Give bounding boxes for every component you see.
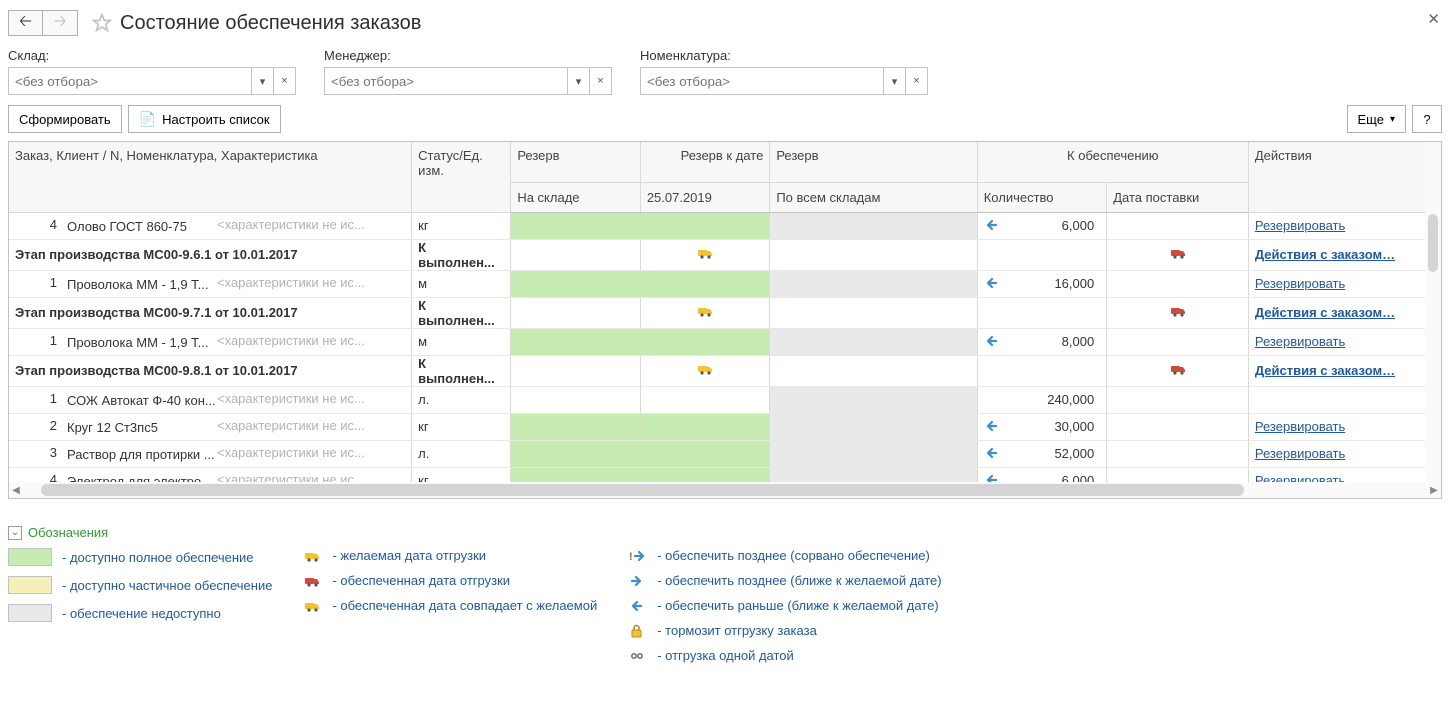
table-row[interactable]: 1Проволока ММ - 1,9 Т...<характеристики … <box>9 270 1427 297</box>
filter-item-clear[interactable]: × <box>906 67 928 95</box>
legend-text: - доступно частичное обеспечение <box>62 578 272 593</box>
legend-text: - тормозит отгрузку заказа <box>657 623 817 638</box>
arrow-left-icon <box>627 599 647 613</box>
truck-yellow-icon <box>302 549 322 563</box>
col-reserve3[interactable]: Резерв <box>770 142 977 182</box>
table-group-row[interactable]: Этап производства МС00-9.6.1 от 10.01.20… <box>9 239 1427 270</box>
lock-icon <box>627 624 647 638</box>
filter-warehouse-clear[interactable]: × <box>274 67 296 95</box>
order-actions-link[interactable]: Действия с заказом… <box>1255 247 1395 262</box>
table-group-row[interactable]: Этап производства МС00-9.8.1 от 10.01.20… <box>9 355 1427 386</box>
filter-warehouse-input[interactable] <box>8 67 252 95</box>
customize-list-button[interactable]: 📄 Настроить список <box>128 105 281 133</box>
truck-red-icon <box>302 574 322 588</box>
filter-manager-input[interactable] <box>324 67 568 95</box>
reserve-link[interactable]: Резервировать <box>1255 218 1345 233</box>
filter-item-input[interactable] <box>640 67 884 95</box>
arrow-alert-icon: ! <box>627 549 647 563</box>
filter-item-dropdown[interactable]: ▾ <box>884 67 906 95</box>
col-qty[interactable]: Количество <box>977 182 1107 212</box>
legend-text: - доступно полное обеспечение <box>62 550 254 565</box>
filter-manager: Менеджер: ▾ × <box>324 48 612 95</box>
table-row[interactable]: 4Олово ГОСТ 860-75<характеристики не ис.… <box>9 212 1427 239</box>
col-reserve-by-date[interactable]: Резерв к дате <box>640 142 770 182</box>
reserve-link[interactable]: Резервировать <box>1255 419 1345 434</box>
col-actions[interactable]: Действия <box>1248 142 1426 212</box>
nav-back-button[interactable]: 🡠 <box>8 10 43 36</box>
truck-mixed-icon <box>302 599 322 613</box>
filter-manager-label: Менеджер: <box>324 48 612 63</box>
col-to-supply[interactable]: К обеспечению <box>977 142 1248 182</box>
customize-list-label: Настроить список <box>162 112 270 127</box>
more-button-label: Еще <box>1358 112 1384 127</box>
col-reserve-on-stock[interactable]: На складе <box>511 182 641 212</box>
filter-manager-clear[interactable]: × <box>590 67 612 95</box>
legend: ⌄ Обозначения - доступно полное обеспече… <box>8 525 1442 663</box>
table-row[interactable]: 2Круг 12 Ст3пс5<характеристики не ис...к… <box>9 413 1427 440</box>
legend-text: - обеспеченная дата отгрузки <box>332 573 510 588</box>
legend-text: - обеспечить позднее (ближе к желаемой д… <box>657 573 941 588</box>
horizontal-scrollbar[interactable]: ◀ ▶ <box>9 482 1441 498</box>
swatch-green <box>8 548 52 566</box>
col-status[interactable]: Статус/Ед. изм. <box>412 142 511 212</box>
legend-text: - обеспечение недоступно <box>62 606 221 621</box>
filter-item-label: Номенклатура: <box>640 48 928 63</box>
table-row[interactable]: 1СОЖ Автокат Ф-40 кон...<характеристики … <box>9 386 1427 413</box>
generate-button[interactable]: Сформировать <box>8 105 122 133</box>
legend-text: - обеспечить позднее (сорвано обеспечени… <box>657 548 930 563</box>
col-delivery-date[interactable]: Дата поставки <box>1107 182 1249 212</box>
more-button[interactable]: Еще ▾ <box>1347 105 1406 133</box>
nav-forward-button[interactable]: 🡢 <box>43 10 78 36</box>
legend-text: - желаемая дата отгрузки <box>332 548 486 563</box>
order-actions-link[interactable]: Действия с заказом… <box>1255 305 1395 320</box>
orders-table: Заказ, Клиент / N, Номенклатура, Характе… <box>8 141 1442 499</box>
filter-item: Номенклатура: ▾ × <box>640 48 928 95</box>
favorite-star-icon[interactable] <box>92 13 112 33</box>
swatch-gray <box>8 604 52 622</box>
gear-icon: 📄 <box>139 111 156 128</box>
reserve-link[interactable]: Резервировать <box>1255 446 1345 461</box>
col-reserve[interactable]: Резерв <box>511 142 641 182</box>
close-icon[interactable]: ✕ <box>1427 10 1440 28</box>
help-button-label: ? <box>1423 112 1430 127</box>
filter-warehouse-label: Склад: <box>8 48 296 63</box>
filter-warehouse: Склад: ▾ × <box>8 48 296 95</box>
filter-warehouse-dropdown[interactable]: ▾ <box>252 67 274 95</box>
legend-text: - обеспеченная дата совпадает с желаемой <box>332 598 597 613</box>
generate-button-label: Сформировать <box>19 112 111 127</box>
help-button[interactable]: ? <box>1412 105 1442 133</box>
legend-text: - отгрузка одной датой <box>657 648 794 663</box>
col-order[interactable]: Заказ, Клиент / N, Номенклатура, Характе… <box>9 142 412 212</box>
filter-manager-dropdown[interactable]: ▾ <box>568 67 590 95</box>
table-row[interactable]: 3Раствор для протирки ...<характеристики… <box>9 440 1427 467</box>
svg-text:!: ! <box>629 551 633 563</box>
reserve-link[interactable]: Резервировать <box>1255 334 1345 349</box>
legend-text: - обеспечить раньше (ближе к желаемой да… <box>657 598 938 613</box>
order-actions-link[interactable]: Действия с заказом… <box>1255 363 1395 378</box>
col-all-wh[interactable]: По всем складам <box>770 182 977 212</box>
chevron-down-icon: ▾ <box>1390 114 1395 125</box>
col-reserve-date[interactable]: 25.07.2019 <box>640 182 770 212</box>
link-icon <box>627 649 647 663</box>
legend-title: Обозначения <box>28 525 108 540</box>
table-group-row[interactable]: Этап производства МС00-9.7.1 от 10.01.20… <box>9 297 1427 328</box>
page-title: Состояние обеспечения заказов <box>120 12 421 35</box>
arrow-right-icon <box>627 574 647 588</box>
swatch-yellow <box>8 576 52 594</box>
reserve-link[interactable]: Резервировать <box>1255 276 1345 291</box>
legend-collapse-icon[interactable]: ⌄ <box>8 526 22 540</box>
vertical-scrollbar[interactable] <box>1425 142 1441 482</box>
table-row[interactable]: 1Проволока ММ - 1,9 Т...<характеристики … <box>9 328 1427 355</box>
